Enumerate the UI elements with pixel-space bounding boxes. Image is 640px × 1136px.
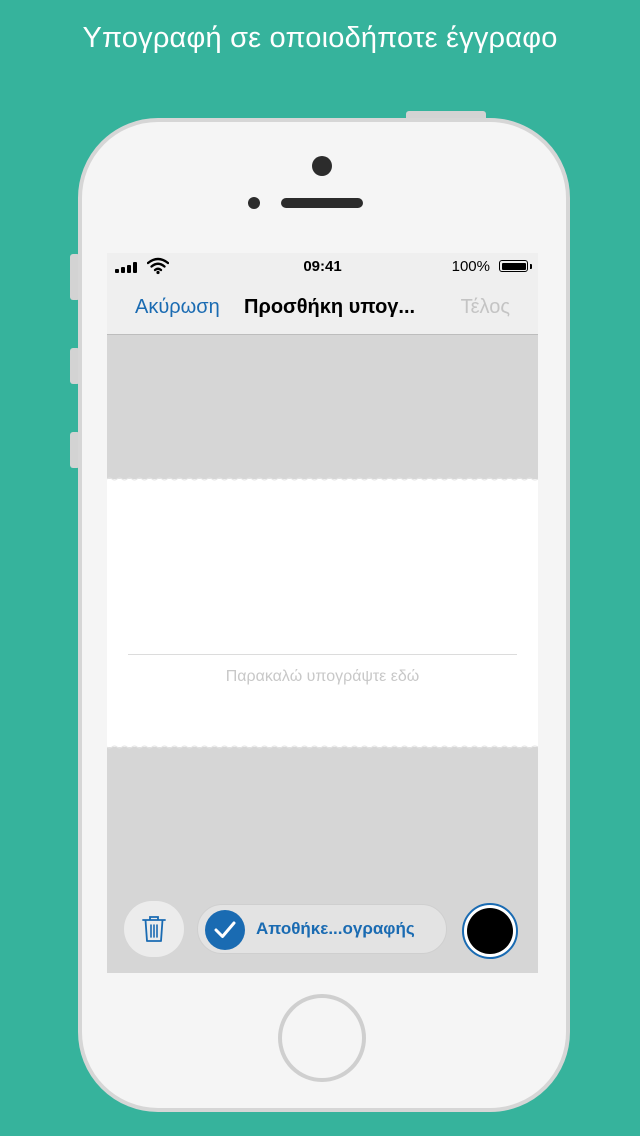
promo-headline: Υπογραφή σε οποιοδήποτε έγγραφο [82,22,558,54]
status-bar: 09:41 100% [107,253,538,281]
battery-icon [499,260,528,272]
pad-top-edge [107,477,538,481]
pen-color-swatch [467,908,513,954]
navigation-bar: Ακύρωση Προσθήκη υπογ... Τέλος [107,281,538,335]
signature-hint: Παρακαλώ υπογράψτε εδώ [225,668,420,685]
checkmark-circle [205,910,245,950]
earpiece-speaker [281,198,363,208]
cancel-button[interactable]: Ακύρωση [135,296,220,319]
pad-bottom-edge [107,745,538,749]
battery-percentage: 100% [451,258,490,275]
save-signature-toggle[interactable]: Αποθήκε...ογραφής [197,904,447,954]
trash-icon [142,916,166,942]
proximity-sensor [248,197,260,209]
page-title: Προσθήκη υπογ... [244,296,416,318]
clear-signature-button[interactable] [124,901,184,957]
front-camera [312,156,332,176]
save-signature-label: Αποθήκε...ογραφής [256,919,415,938]
done-button[interactable]: Τέλος [461,296,510,319]
phone-screen: 09:41 100% Ακύρωση Προσθήκη υπογ... Τέλο… [107,253,538,973]
pen-color-button[interactable] [462,903,518,959]
home-button [278,994,366,1082]
battery-tip [530,264,532,269]
checkmark-icon [214,921,236,938]
signature-pad[interactable]: Παρακαλώ υπογράψτε εδώ [107,477,538,749]
signature-baseline [128,654,517,655]
